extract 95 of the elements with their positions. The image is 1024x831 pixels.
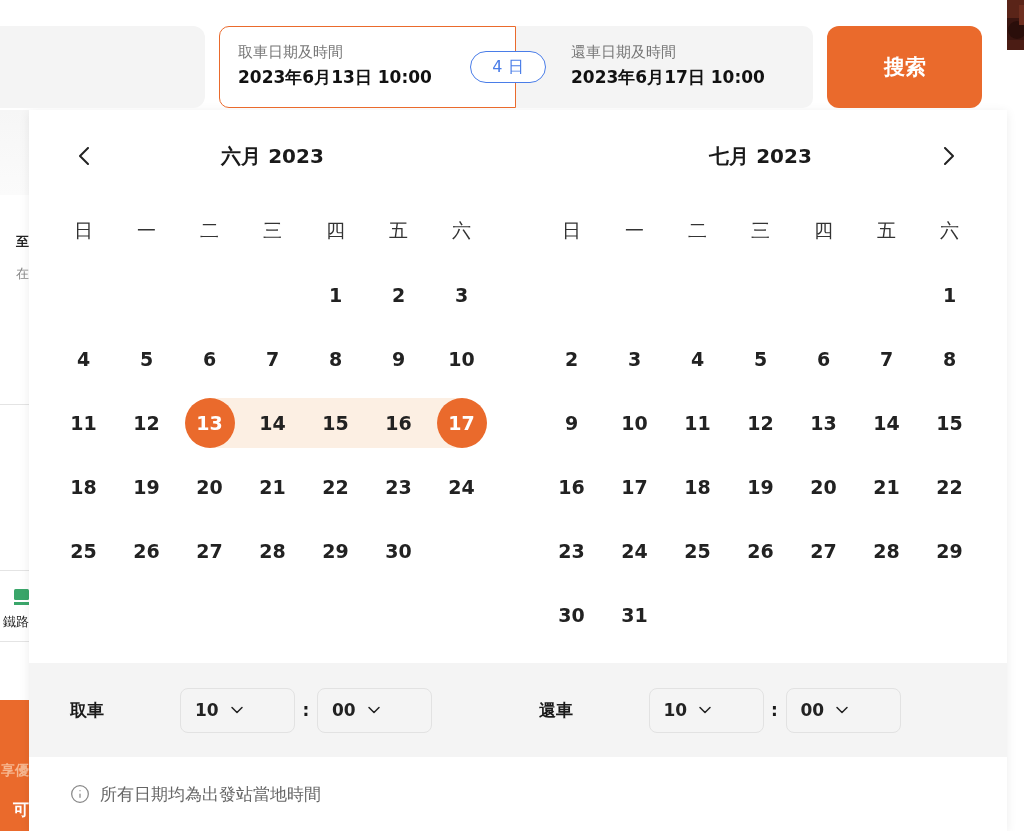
calendar-day[interactable]: 11 — [666, 398, 729, 448]
calendar-day[interactable]: 2 — [367, 270, 430, 320]
weekday-label: 四 — [813, 218, 834, 243]
calendar-day[interactable]: 26 — [729, 526, 792, 576]
calendar-day[interactable]: 10 — [430, 334, 493, 384]
calendar-day[interactable]: 1 — [304, 270, 367, 320]
calendar-day[interactable]: 9 — [540, 398, 603, 448]
calendar-day[interactable]: 9 — [367, 334, 430, 384]
calendar-day[interactable]: 12 — [115, 398, 178, 448]
calendar-day[interactable]: 19 — [729, 462, 792, 512]
weekday-label: 三 — [750, 218, 771, 243]
calendar-day[interactable]: 3 — [430, 270, 493, 320]
background-text: 至 — [15, 233, 29, 251]
calendar-day[interactable]: 29 — [918, 526, 981, 576]
weekday-label: 五 — [388, 218, 409, 243]
weekday-label: 日 — [73, 218, 94, 243]
calendar-day[interactable]: 12 — [729, 398, 792, 448]
calendar-day[interactable]: 25 — [666, 526, 729, 576]
weekday-label: 日 — [561, 218, 582, 243]
train-icon — [14, 589, 29, 605]
calendar-day[interactable]: 21 — [855, 462, 918, 512]
calendar-day[interactable]: 1 — [918, 270, 981, 320]
calendar-day[interactable]: 11 — [52, 398, 115, 448]
calendar-day[interactable]: 24 — [430, 462, 493, 512]
background-text: 享優 — [0, 762, 29, 780]
calendar-day[interactable]: 4 — [52, 334, 115, 384]
hour-select[interactable]: 10 — [180, 687, 295, 733]
field-label: 取車日期及時間 — [238, 43, 344, 62]
calendar-day[interactable]: 31 — [603, 590, 666, 640]
calendar-day[interactable]: 6 — [792, 334, 855, 384]
chevron-left-icon — [78, 147, 89, 165]
calendar-day[interactable]: 27 — [792, 526, 855, 576]
calendar-day[interactable]: 5 — [729, 334, 792, 384]
time-separator: : — [770, 700, 779, 720]
calendar-day[interactable]: 13 — [792, 398, 855, 448]
duration-badge: 4 日 — [470, 51, 546, 83]
calendar-day[interactable]: 8 — [918, 334, 981, 384]
hour-select[interactable]: 10 — [648, 687, 764, 733]
calendar-day[interactable]: 18 — [52, 462, 115, 512]
timezone-note: 所有日期均為出發站當地時間 — [100, 782, 321, 806]
calendar-day[interactable]: 20 — [792, 462, 855, 512]
calendar-day[interactable]: 16 — [540, 462, 603, 512]
calendar-day[interactable]: 27 — [178, 526, 241, 576]
calendar-day[interactable]: 28 — [855, 526, 918, 576]
calendar-day[interactable]: 15 — [304, 398, 367, 448]
calendar-day[interactable]: 17 — [603, 462, 666, 512]
calendar-day[interactable]: 22 — [304, 462, 367, 512]
month-title: 六月 2023 — [221, 142, 324, 170]
field-value: 2023年6月17日 10:00 — [571, 66, 766, 89]
weekday-label: 六 — [451, 218, 472, 243]
calendar-day[interactable]: 7 — [855, 334, 918, 384]
calendar-day[interactable]: 28 — [241, 526, 304, 576]
calendar-day[interactable]: 23 — [540, 526, 603, 576]
time-separator: : — [301, 700, 311, 720]
calendar-day[interactable]: 30 — [540, 590, 603, 640]
weekday-label: 三 — [262, 218, 283, 243]
calendar-day[interactable]: 7 — [241, 334, 304, 384]
calendar-day[interactable]: 2 — [540, 334, 603, 384]
calendar-day[interactable]: 18 — [666, 462, 729, 512]
weekday-label: 四 — [325, 218, 346, 243]
calendar-day[interactable]: 8 — [304, 334, 367, 384]
minute-select[interactable]: 00 — [317, 687, 432, 733]
weekday-label: 二 — [199, 218, 220, 243]
weekday-label: 二 — [687, 218, 708, 243]
weekday-label: 六 — [939, 218, 960, 243]
calendar-day[interactable]: 19 — [115, 462, 178, 512]
month-title: 七月 2023 — [709, 142, 812, 170]
calendar-day[interactable]: 30 — [367, 526, 430, 576]
chevron-right-icon — [944, 147, 955, 165]
field-label: 還車日期及時間 — [571, 43, 677, 62]
calendar-day[interactable]: 3 — [603, 334, 666, 384]
calendar-day[interactable]: 14 — [241, 398, 304, 448]
calendar-day[interactable]: 15 — [918, 398, 981, 448]
time-label: 還車 — [538, 698, 574, 722]
time-label: 取車 — [70, 698, 105, 722]
weekday-label: 一 — [624, 218, 645, 243]
calendar-day[interactable]: 5 — [115, 334, 178, 384]
calendar-day[interactable]: 22 — [918, 462, 981, 512]
calendar-day[interactable]: 24 — [603, 526, 666, 576]
minute-select[interactable]: 00 — [785, 687, 901, 733]
weekday-label: 五 — [876, 218, 897, 243]
calendar-day[interactable]: 25 — [52, 526, 115, 576]
calendar-day[interactable]: 14 — [855, 398, 918, 448]
calendar-day[interactable]: 20 — [178, 462, 241, 512]
background-text: 可 — [12, 800, 29, 821]
calendar-day[interactable]: 21 — [241, 462, 304, 512]
info-icon — [70, 784, 90, 804]
calendar-day[interactable]: 6 — [178, 334, 241, 384]
calendar-day[interactable]: 4 — [666, 334, 729, 384]
weekday-label: 一 — [136, 218, 157, 243]
calendar-day[interactable]: 10 — [603, 398, 666, 448]
calendar-day[interactable]: 23 — [367, 462, 430, 512]
calendar-day[interactable]: 26 — [115, 526, 178, 576]
calendar-day[interactable]: 16 — [367, 398, 430, 448]
calendar-day[interactable]: 29 — [304, 526, 367, 576]
